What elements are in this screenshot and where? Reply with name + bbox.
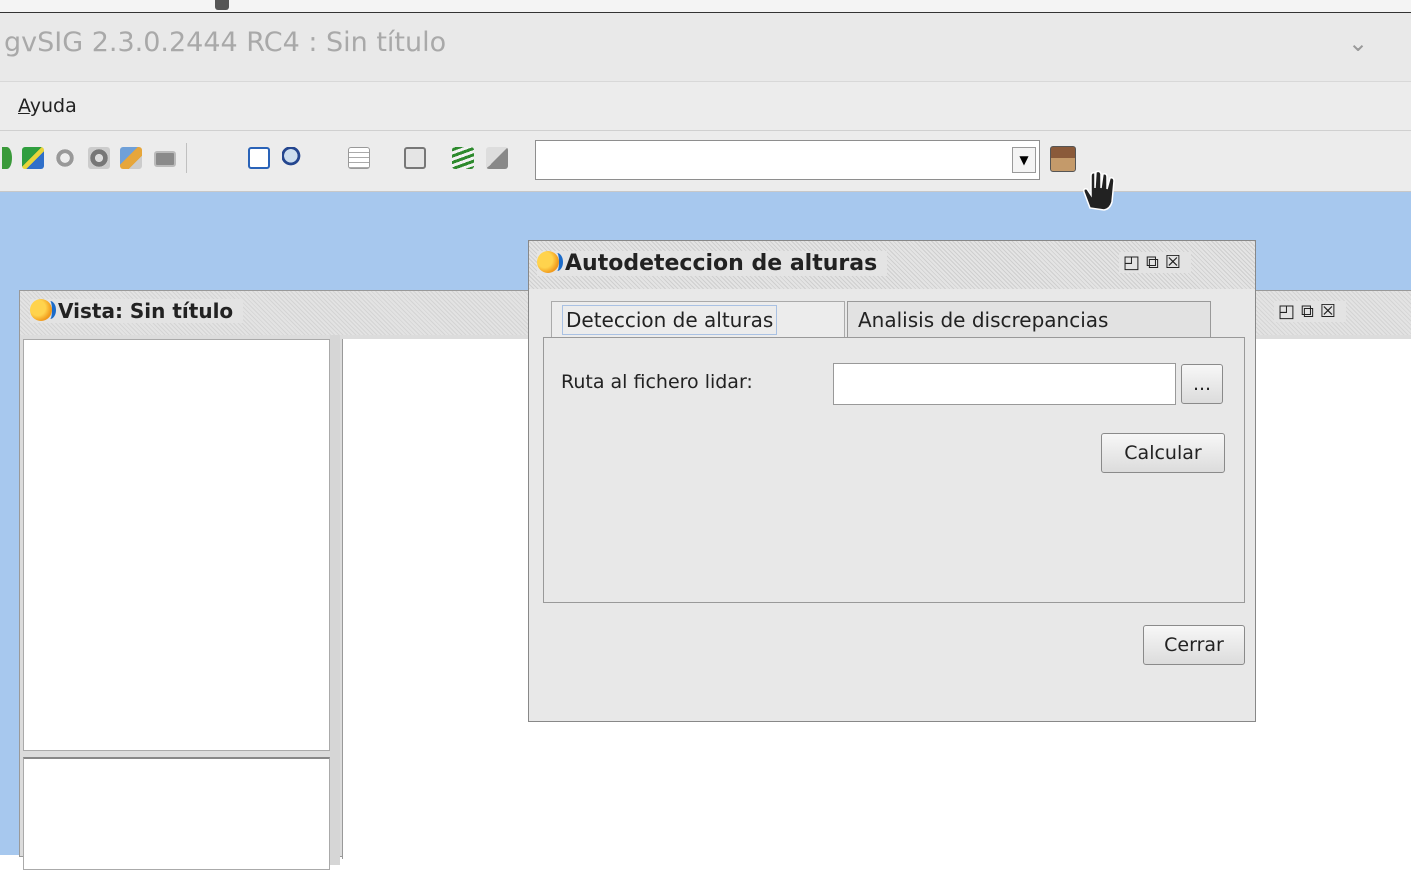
zoom-icon[interactable] bbox=[282, 147, 304, 169]
layer-edit-icon[interactable] bbox=[486, 147, 508, 169]
doc-icon[interactable] bbox=[248, 147, 270, 169]
calculate-button[interactable]: Calcular bbox=[1101, 433, 1225, 473]
menubar: Ayuda bbox=[0, 82, 1411, 131]
globe-icon[interactable] bbox=[2, 147, 12, 169]
gvsig-logo-icon bbox=[537, 251, 563, 273]
menu-label: yuda bbox=[29, 95, 77, 117]
dialog-title-text: Autodeteccion de alturas bbox=[565, 251, 878, 276]
toolbar-separator bbox=[186, 143, 187, 173]
tab-analisis-label: Analisis de discrepancias bbox=[858, 308, 1109, 332]
layers-icon[interactable] bbox=[452, 147, 474, 169]
menu-ayuda[interactable]: Ayuda bbox=[18, 95, 77, 117]
chevron-down-icon[interactable]: ⌄ bbox=[1348, 29, 1368, 57]
table-of-contents[interactable] bbox=[23, 339, 330, 751]
edit-icon[interactable] bbox=[120, 147, 142, 169]
locator-map[interactable] bbox=[23, 757, 330, 870]
table-icon[interactable] bbox=[348, 147, 370, 169]
add-layer-icon[interactable] bbox=[1050, 146, 1076, 172]
lidar-path-input[interactable] bbox=[833, 363, 1176, 405]
hand-cursor-icon bbox=[1083, 170, 1115, 211]
browse-button[interactable]: ... bbox=[1181, 364, 1223, 404]
dialog-window-buttons[interactable]: ◰⧉☒ bbox=[1119, 252, 1191, 273]
tab-deteccion-label: Deteccion de alturas bbox=[562, 305, 778, 335]
path-label: Ruta al fichero lidar: bbox=[561, 371, 753, 393]
vista-title-text: Vista: Sin título bbox=[58, 299, 234, 323]
vista-title: Vista: Sin título bbox=[30, 299, 244, 323]
dialog-title: Autodeteccion de alturas bbox=[537, 251, 888, 276]
close-button[interactable]: Cerrar bbox=[1143, 625, 1245, 665]
gvsig-logo-icon bbox=[30, 299, 56, 321]
photo-icon[interactable] bbox=[88, 147, 110, 169]
clipboard-icon[interactable] bbox=[404, 147, 426, 169]
top-stub bbox=[215, 0, 229, 10]
top-strip bbox=[0, 0, 1411, 13]
autodeteccion-dialog: Autodeteccion de alturas ◰⧉☒ Deteccion d… bbox=[528, 240, 1256, 722]
window-title: gvSIG 2.3.0.2444 RC4 : Sin título bbox=[4, 27, 447, 58]
vista-window-buttons[interactable]: ◰⧉☒ bbox=[1274, 301, 1346, 322]
map-icon[interactable] bbox=[22, 147, 44, 169]
window-titlebar: gvSIG 2.3.0.2444 RC4 : Sin título ⌄ bbox=[0, 13, 1411, 82]
dropdown-arrow-icon[interactable]: ▼ bbox=[1012, 147, 1036, 173]
tab-deteccion[interactable]: Deteccion de alturas bbox=[551, 301, 845, 337]
link-icon[interactable] bbox=[54, 147, 76, 169]
screen-icon[interactable] bbox=[154, 151, 176, 167]
menu-mnemonic: A bbox=[18, 95, 30, 117]
vista-splitter[interactable] bbox=[330, 335, 340, 865]
tab-analisis[interactable]: Analisis de discrepancias bbox=[847, 301, 1211, 337]
layer-combo[interactable]: ▼ bbox=[535, 140, 1040, 180]
